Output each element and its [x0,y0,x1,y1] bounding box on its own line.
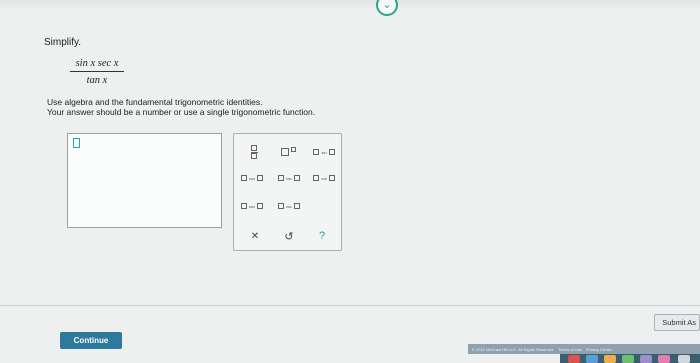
terms-link[interactable]: Terms of Use [558,347,582,352]
footer-bar: © 2022 McGraw Hill LLC. All Rights Reser… [468,344,700,354]
csc-button[interactable]: csc [274,200,304,212]
app-icon[interactable] [640,355,652,363]
fraction-button[interactable] [247,145,261,160]
sec-button[interactable]: sec [237,200,267,212]
app-icon[interactable] [622,355,634,363]
expression-fraction: sin x sec x tan x [70,58,124,86]
exponent-button[interactable] [279,146,297,158]
sin-button[interactable]: sin [309,146,339,158]
privacy-link[interactable]: Privacy Center [586,347,612,352]
undo-button[interactable]: ↺ [282,229,296,243]
taskbar [560,354,700,363]
cos-button[interactable]: cos [237,172,267,184]
instruction-line-1: Use algebra and the fundamental trigonom… [47,97,263,107]
app-icon[interactable] [658,355,670,363]
continue-button[interactable]: Continue [60,332,122,349]
footer-divider [0,305,700,306]
collapse-chevron-icon[interactable]: ⌄ [376,0,398,16]
fraction-denominator: tan x [86,75,108,86]
math-palette: sin cos tan cot sec csc ✕ ↺ ? [233,133,342,251]
fraction-numerator: sin x sec x [70,58,124,72]
tan-button[interactable]: tan [274,172,304,184]
cot-button[interactable]: cot [309,172,339,184]
instructions: Use algebra and the fundamental trigonom… [47,97,315,117]
answer-input[interactable] [67,133,222,228]
copyright-text: © 2022 McGraw Hill LLC. All Rights Reser… [472,346,555,352]
top-bar [0,0,700,10]
app-icon[interactable] [586,355,598,363]
question-title: Simplify. [44,37,82,48]
app-icon[interactable] [568,355,580,363]
help-button[interactable]: ? [315,229,329,243]
app-icon[interactable] [678,355,690,363]
clear-button[interactable]: ✕ [248,229,262,243]
sin-label: sin [321,149,327,155]
instruction-line-2: Your answer should be a number or use a … [47,107,316,117]
submit-assignment-button[interactable]: Submit As [654,314,700,331]
input-cursor-box [73,138,80,148]
app-icon[interactable] [604,355,616,363]
